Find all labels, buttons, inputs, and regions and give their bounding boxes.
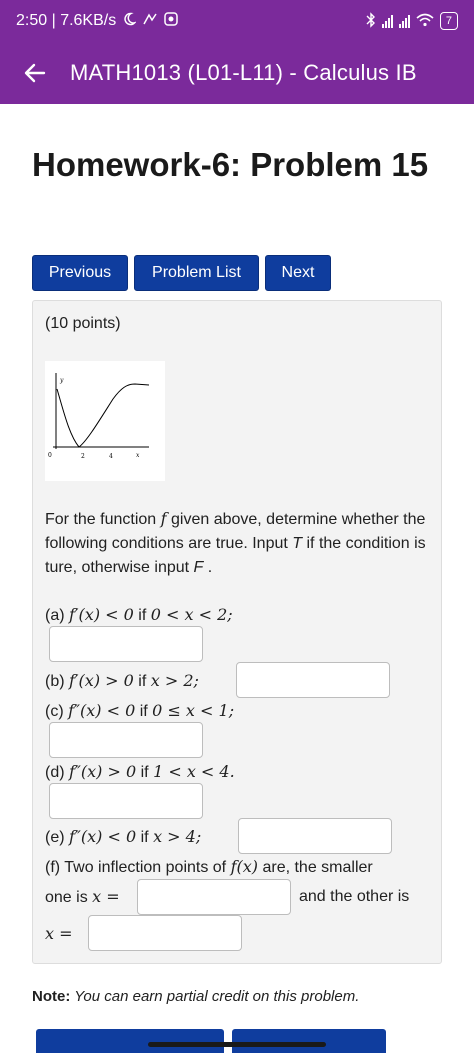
- function-graph: y x 0 2 4: [45, 361, 165, 481]
- home-indicator[interactable]: [148, 1042, 326, 1047]
- arrow-left-icon: [24, 63, 46, 83]
- problem-points: (10 points): [45, 315, 121, 332]
- signal-icon-2: [398, 14, 410, 28]
- status-bar: 2:50 | 7.6KB/s 7: [0, 0, 474, 42]
- notification-icon: [142, 12, 158, 31]
- part-f-other-label: and the other is: [299, 888, 410, 905]
- part-d-answer-input[interactable]: [49, 783, 203, 819]
- part-c-statement: (c) f″(x) < 0 if 0 ≤ x < 1;: [45, 701, 235, 720]
- app-bar: MATH1013 (L01-L11) - Calculus IB: [0, 42, 474, 104]
- problem-navigation: Previous Problem List Next: [32, 255, 331, 291]
- part-f-other-x-label: x =: [45, 924, 73, 943]
- next-button[interactable]: Next: [265, 255, 331, 291]
- part-a-statement: (a) f′(x) < 0 if 0 < x < 2;: [45, 605, 233, 624]
- part-f-statement: (f) Two inflection points of f(x) are, t…: [45, 857, 373, 876]
- graph-y-label: y: [59, 377, 64, 384]
- part-a-answer-input[interactable]: [49, 626, 203, 662]
- part-f-smaller-answer-input[interactable]: [137, 879, 291, 915]
- battery-icon: 7: [439, 12, 458, 30]
- graph-tick-4: 4: [109, 453, 113, 460]
- part-e-statement: (e) f″(x) < 0 if x > 4;: [45, 827, 202, 846]
- part-f-smaller-label: one is x =: [45, 887, 120, 906]
- signal-icon-1: [381, 14, 393, 28]
- app-bar-title: MATH1013 (L01-L11) - Calculus IB: [70, 60, 417, 85]
- page-title: Homework-6: Problem 15: [32, 146, 429, 183]
- previous-button[interactable]: Previous: [32, 255, 128, 291]
- graph-tick-0: 0: [48, 452, 52, 459]
- bluetooth-icon: [366, 11, 376, 31]
- bottom-action-button-1[interactable]: [36, 1029, 224, 1053]
- graph-x-label: x: [136, 452, 140, 459]
- part-f-other-answer-input[interactable]: [88, 915, 242, 951]
- app-icon: [164, 11, 178, 31]
- back-button[interactable]: [0, 42, 70, 104]
- graph-tick-2: 2: [81, 453, 85, 460]
- bottom-action-button-2[interactable]: [232, 1029, 386, 1053]
- wifi-icon: [416, 13, 434, 30]
- moon-icon: [122, 12, 138, 31]
- part-d-statement: (d) f″(x) > 0 if 1 < x < 4.: [45, 762, 235, 781]
- status-time-speed: 2:50 | 7.6KB/s: [16, 12, 117, 29]
- problem-prompt: For the function f given above, determin…: [45, 509, 426, 576]
- part-c-answer-input[interactable]: [49, 722, 203, 758]
- problem-list-button[interactable]: Problem List: [134, 255, 259, 291]
- part-b-answer-input[interactable]: [236, 662, 390, 698]
- part-b-statement: (b) f′(x) > 0 if x > 2;: [45, 671, 199, 690]
- part-e-answer-input[interactable]: [238, 818, 392, 854]
- graph-curve: [56, 383, 150, 448]
- problem-panel: (10 points) y x 0 2 4 For the function f…: [32, 300, 442, 964]
- partial-credit-note: Note: You can earn partial credit on thi…: [32, 988, 360, 1005]
